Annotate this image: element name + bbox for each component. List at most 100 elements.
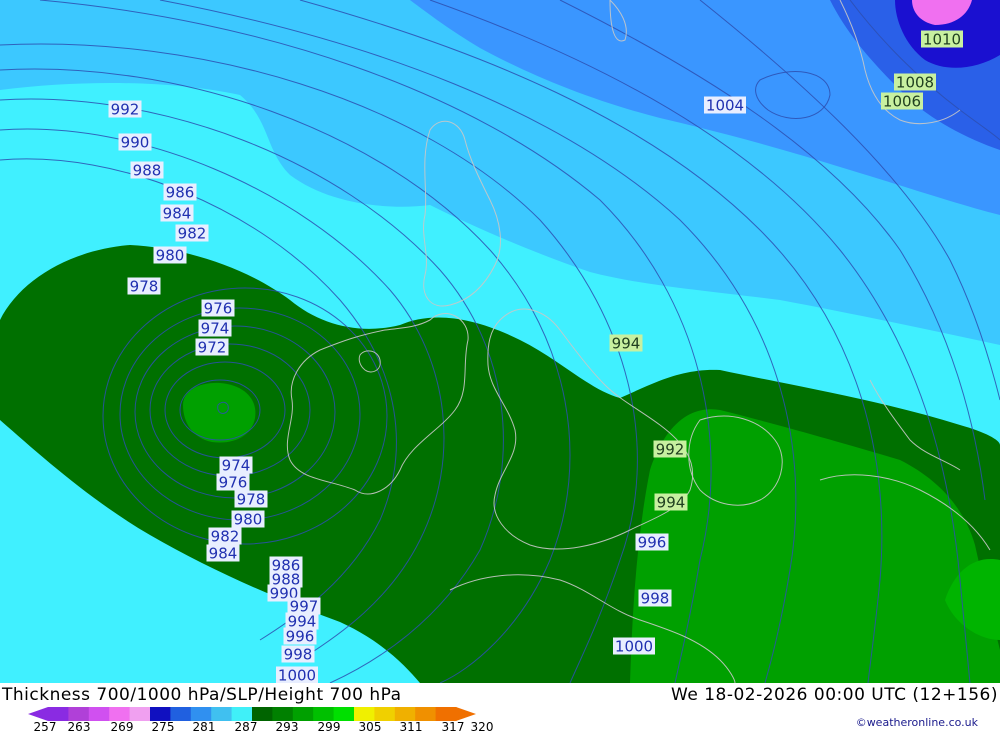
isobar-label: 978 [127, 277, 161, 296]
isobar-label: 986 [163, 183, 197, 202]
colorbar-segment [435, 707, 457, 721]
colorbar-segment [313, 707, 335, 721]
colorbar-segment [68, 707, 90, 721]
isobar-label-text: 992 [656, 441, 685, 459]
isobar-label-text: 996 [286, 628, 315, 646]
isobar-label-text: 978 [237, 491, 266, 509]
colorbar-tick-label: 317 [441, 720, 465, 734]
colorbar-segment [333, 707, 355, 721]
colorbar-segment [109, 707, 131, 721]
isobar-label: 982 [208, 527, 242, 546]
colorbar-segment [252, 707, 273, 721]
colorbar-tick-label: 275 [151, 720, 175, 734]
isobar-label-text: 994 [657, 494, 686, 512]
isobar-label: 998 [281, 645, 315, 664]
isobar-label-text: 988 [133, 162, 162, 180]
isobar-label: 976 [216, 473, 250, 492]
isobar-label: 1006 [881, 92, 923, 111]
colorbar-tick-label: 311 [399, 720, 423, 734]
isobar-label: 1000 [613, 637, 655, 656]
isobar-label-text: 976 [219, 474, 248, 492]
isobar-label: 984 [160, 204, 194, 223]
chart-title: Thickness 700/1000 hPa/SLP/Height 700 hP… [2, 685, 402, 705]
colorbar-segment [170, 707, 192, 721]
valid-time: We 18-02-2026 00:00 UTC (12+156) [671, 685, 998, 705]
isobar-label-text: 980 [156, 247, 185, 265]
colorbar-tick-label: 293 [275, 720, 299, 734]
isobar-label: 1008 [894, 73, 936, 92]
isobar-label: 980 [153, 246, 187, 265]
isobar-label-text: 1006 [883, 93, 921, 111]
isobar-label-text: 1004 [706, 97, 744, 115]
isobar-label: 974 [198, 319, 232, 338]
isobar-label: 972 [195, 338, 229, 357]
isobar-label-text: 1000 [278, 667, 316, 684]
colorbar-segment [374, 707, 396, 721]
footer: Thickness 700/1000 hPa/SLP/Height 700 hP… [0, 683, 1000, 734]
isobar-label-text: 1000 [615, 638, 653, 656]
isobar-label: 992 [653, 440, 687, 459]
isobar-label-text: 982 [178, 225, 207, 243]
isobar-label: 1000 [276, 666, 318, 684]
isobar-label-text: 974 [201, 320, 230, 338]
colorbar-arrow-left [28, 707, 48, 721]
isobar-label: 976 [201, 299, 235, 318]
isobar-label-text: 976 [204, 300, 233, 318]
colorbar-segment [354, 707, 375, 721]
colorbar-segment [150, 707, 171, 721]
isobar-label: 992 [108, 100, 142, 119]
isobar-label: 990 [118, 133, 152, 152]
isobar-label-text: 984 [209, 545, 238, 563]
isobar-label-text: 990 [121, 134, 150, 152]
isobar-label: 1004 [704, 96, 746, 115]
colorbar-segment [48, 707, 69, 721]
isobar-label: 980 [231, 510, 265, 529]
colorbar-tick-label: 299 [317, 720, 341, 734]
colorbar-segment [129, 707, 151, 721]
colorbar-segment [231, 707, 253, 721]
isobar-label-text: 996 [638, 534, 667, 552]
colorbar-segment [88, 707, 110, 721]
isobar-label-text: 992 [111, 101, 140, 119]
colorbar-segment [415, 707, 437, 721]
colorbar-segment [190, 707, 212, 721]
isobar-label: 984 [206, 544, 240, 563]
isobar-label: 1010 [921, 30, 963, 49]
isobar-label-text: 998 [641, 590, 670, 608]
weather-map: 9929909889869849829809789769749729749769… [0, 0, 1000, 683]
colorbar-tick-label: 320 [470, 720, 494, 734]
isobar-label: 994 [609, 334, 643, 353]
colorbar-tick-label: 281 [192, 720, 216, 734]
isobar-label: 996 [635, 533, 669, 552]
isobar-label-text: 1008 [896, 74, 934, 92]
isobar-label-text: 994 [612, 335, 641, 353]
colorbar-segment [272, 707, 294, 721]
isobar-label: 978 [234, 490, 268, 509]
colorbar-tick-label: 269 [110, 720, 134, 734]
colorbar-tick-label: 287 [234, 720, 258, 734]
isobar-label: 994 [654, 493, 688, 512]
isobar-label-text: 1010 [923, 31, 961, 49]
isobar-label: 974 [219, 456, 253, 475]
colorbar-tick-label: 305 [358, 720, 382, 734]
colorbar-arrow-right [456, 707, 476, 721]
isobar-label: 998 [638, 589, 672, 608]
isobar-label-text: 980 [234, 511, 263, 529]
isobar-label-text: 978 [130, 278, 159, 296]
isobar-label-text: 998 [284, 646, 313, 664]
isobar-label-text: 972 [198, 339, 227, 357]
colorbar-segment [292, 707, 314, 721]
colorbar-tick-label: 257 [33, 720, 57, 734]
isobar-label-text: 984 [163, 205, 192, 223]
isobar-label-text: 974 [222, 457, 251, 475]
colorbar-tick-label: 263 [67, 720, 91, 734]
isobar-label: 988 [130, 161, 164, 180]
isobar-label: 982 [175, 224, 209, 243]
isobar-label-text: 982 [211, 528, 240, 546]
colorbar-segment [394, 707, 416, 721]
credit: ©weatheronline.co.uk [855, 716, 978, 729]
isobar-label: 996 [283, 627, 317, 646]
colorbar-ticks: 257 263 269 275 281 287 293 299 305 311 317 320 [0, 720, 520, 734]
isobar-label-text: 986 [166, 184, 195, 202]
colorbar-segment [211, 707, 233, 721]
